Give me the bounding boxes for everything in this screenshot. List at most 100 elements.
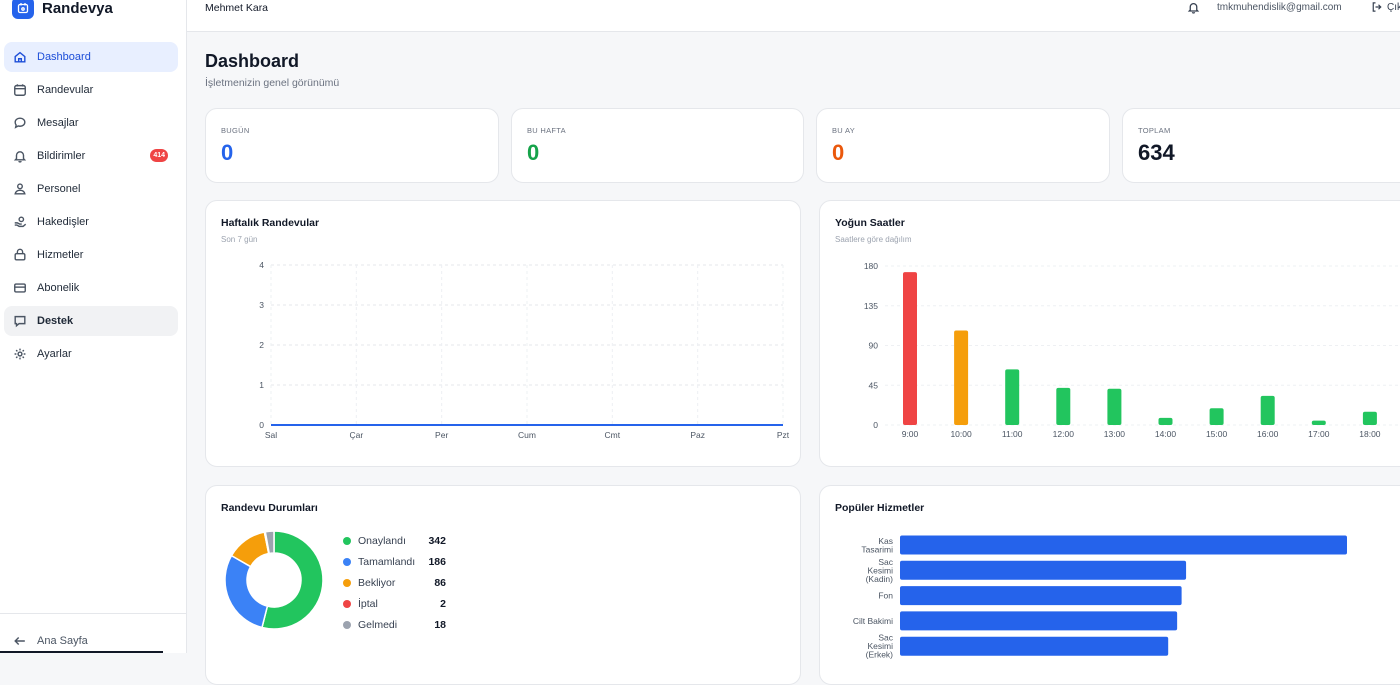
legend-item: Gelmedi 18: [343, 614, 446, 635]
weekly-line-chart: 0 1 2 3 4 Sal Çar Per Cum Cmt Paz Pzt: [259, 260, 790, 440]
message-icon: [13, 116, 27, 130]
arrow-left-icon: [14, 637, 25, 645]
sidebar-item-randevular[interactable]: Randevular: [4, 75, 178, 105]
stat-card-total: TOPLAM 634: [1122, 108, 1400, 183]
x-tick-label: Per: [435, 430, 448, 440]
legend-value: 186: [428, 555, 446, 568]
brand[interactable]: Randevya: [12, 0, 113, 20]
app-name: Randevya: [42, 0, 113, 17]
sidebar-item-label: Abonelik: [37, 282, 80, 294]
service-bar: [900, 560, 1187, 580]
sidebar-nav: Dashboard Randevular Mesajlar Bildirimle…: [4, 42, 178, 372]
stat-card-today: BUGÜN 0: [205, 108, 499, 183]
y-tick-label: 2: [259, 340, 264, 350]
x-tick-label: Çar: [349, 430, 363, 440]
sidebar-item-label: Mesajlar: [37, 117, 79, 129]
x-tick-label: 11:00: [1002, 429, 1023, 439]
legend-item: Onaylandı 342: [343, 530, 446, 551]
legend-item: Tamamlandı 186: [343, 551, 446, 572]
logout-button[interactable]: Çık: [1371, 1, 1400, 13]
logout-label: Çık: [1387, 1, 1400, 13]
hour-bar: [1056, 387, 1071, 425]
status-legend: Onaylandı 342 Tamamlandı 186 Bekliyor 86 İptal…: [343, 530, 446, 635]
y-tick-label: 135: [864, 301, 878, 311]
legend-label: Bekliyor: [358, 576, 396, 589]
person-icon: [13, 182, 27, 196]
user-email: tmkmuhendislik@gmail.com: [1217, 2, 1342, 13]
sidebar-item-label: Hakedişler: [37, 216, 89, 228]
support-icon: [13, 314, 27, 328]
sidebar-item-label: Bildirimler: [37, 150, 86, 162]
y-tick-label: Cilt Bakimi: [853, 616, 893, 626]
card-icon: [13, 281, 27, 295]
y-tick-label: 4: [259, 260, 264, 270]
x-tick-label: Cum: [518, 430, 536, 440]
y-tick-label: 1: [259, 380, 264, 390]
hour-bar: [1311, 420, 1326, 425]
home-page-link[interactable]: Ana Sayfa: [13, 634, 88, 648]
hour-bar: [903, 272, 917, 425]
y-tick-label: 180: [864, 261, 878, 271]
notification-count-badge: 414: [150, 149, 168, 162]
sidebar-item-bildirimler[interactable]: Bildirimler 414: [4, 141, 178, 171]
x-tick-label: 17:00: [1308, 429, 1330, 439]
sidebar-item-abonelik[interactable]: Abonelik: [4, 273, 178, 303]
hour-bar: [1260, 395, 1275, 425]
appointment-status-card: Randevu Durumları Onaylandı 342 Tamamlandı…: [205, 485, 801, 685]
stat-label: BU AY: [832, 126, 856, 135]
legend-label: İptal: [358, 597, 378, 610]
busy-hours-bar-chart: 0 45 90 135 180 9:00 10:00 11:00 12:00 13:00 14:00…: [864, 261, 1400, 439]
x-tick-label: 18:00: [1359, 429, 1381, 439]
service-icon: [13, 248, 27, 262]
sidebar-item-label: Dashboard: [37, 51, 91, 63]
sidebar-item-hakedisler[interactable]: Hakedişler: [4, 207, 178, 237]
logout-icon: [1372, 2, 1382, 12]
service-bar: [900, 586, 1182, 606]
legend-value: 86: [434, 576, 446, 589]
stat-value: 0: [832, 140, 845, 165]
money-hand-icon: [13, 215, 27, 229]
hour-bar: [1362, 411, 1377, 425]
y-tick-label: 90: [869, 341, 879, 351]
y-tick-label: Sac Kesimi (Erkek): [866, 633, 894, 660]
legend-dot: [343, 557, 351, 566]
legend-dot: [343, 620, 351, 629]
sidebar-item-hizmetler[interactable]: Hizmetler: [4, 240, 178, 270]
user-name: Mehmet Kara: [205, 2, 269, 14]
status-donut-chart: [224, 530, 324, 630]
legend-value: 2: [440, 597, 446, 610]
legend-item: İptal 2: [343, 593, 446, 614]
x-tick-label: 15:00: [1206, 429, 1228, 439]
x-tick-label: 9:00: [902, 429, 919, 439]
card-title: Randevu Durumları: [221, 502, 318, 514]
y-tick-label: 3: [259, 300, 264, 310]
sidebar-item-label: Ayarlar: [37, 348, 72, 360]
stat-card-month: BU AY 0: [816, 108, 1110, 183]
sidebar-item-ayarlar[interactable]: Ayarlar: [4, 339, 178, 369]
topbar: Mehmet Kara tmkmuhendislik@gmail.com Çık: [187, 0, 1400, 32]
stat-label: TOPLAM: [1138, 126, 1171, 135]
sidebar-item-destek[interactable]: Destek: [4, 306, 178, 336]
legend-dot: [343, 599, 351, 608]
home-icon: [13, 50, 27, 64]
sidebar-item-mesajlar[interactable]: Mesajlar: [4, 108, 178, 138]
legend-label: Tamamlandı: [358, 555, 416, 568]
legend-item: Bekliyor 86: [343, 572, 446, 593]
sidebar-item-personel[interactable]: Personel: [4, 174, 178, 204]
x-tick-label: 16:00: [1257, 429, 1279, 439]
legend-label: Gelmedi: [358, 618, 398, 631]
hour-bar: [1005, 369, 1020, 425]
hour-bar: [1107, 388, 1122, 425]
legend-value: 18: [434, 618, 446, 631]
weekly-appointments-card: Haftalık Randevular Son 7 gün 0 1 2 3 4 Sal Ça…: [205, 200, 801, 467]
calendar-icon: [13, 83, 27, 97]
sidebar-item-label: Randevular: [37, 84, 94, 96]
legend-label: Onaylandı: [358, 534, 406, 547]
x-tick-label: 14:00: [1155, 429, 1177, 439]
x-tick-label: Cmt: [605, 430, 621, 440]
stat-value: 634: [1138, 140, 1175, 165]
sidebar-item-dashboard[interactable]: Dashboard: [4, 42, 178, 72]
page-title: Dashboard: [205, 51, 300, 71]
service-bar: [900, 611, 1178, 631]
notifications-bell-icon[interactable]: [1187, 1, 1200, 14]
